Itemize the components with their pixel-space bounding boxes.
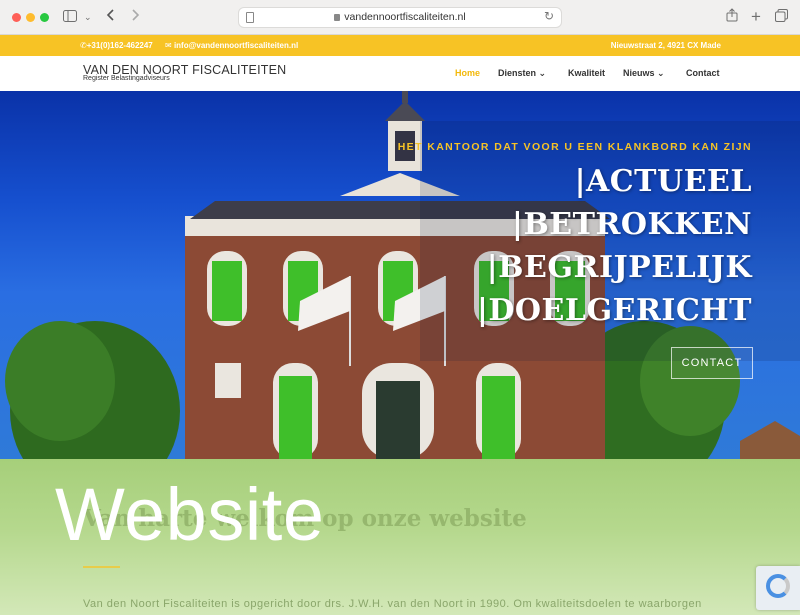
intro-paragraph: Van den Noort Fiscaliteiten is opgericht… — [83, 598, 702, 610]
nav-item-diensten[interactable]: Diensten ⌄ — [498, 68, 546, 79]
office-address: Nieuwstraat 2, 4921 CX Made — [610, 41, 721, 50]
sidebar-toggle-icon[interactable] — [63, 8, 77, 26]
browser-toolbar: ⌄ vandennoortfiscaliteiten.nl ↻ + — [0, 0, 800, 35]
site-header: VAN DEN NOORT FISCALITEITEN Register Bel… — [0, 56, 800, 91]
email-link[interactable]: ✉ info@vandennoortfiscaliteiten.nl — [165, 41, 298, 50]
logo-subtitle: Register Belastingadviseurs — [83, 75, 170, 82]
lock-icon — [334, 14, 341, 21]
overlay-label: Website — [55, 473, 325, 556]
nav-item-nieuws[interactable]: Nieuws ⌄ — [623, 68, 665, 79]
hero-word-begrijpelijk: |BEGRIJPELIJK — [486, 250, 752, 285]
new-tab-icon[interactable]: + — [751, 8, 761, 26]
address-bar[interactable]: vandennoortfiscaliteiten.nl ↻ — [238, 7, 562, 28]
recaptcha-badge[interactable] — [756, 566, 800, 610]
reload-icon[interactable]: ↻ — [544, 9, 554, 23]
hero-word-betrokken: |BETROKKEN — [512, 207, 752, 242]
tabs-overview-icon[interactable] — [775, 8, 788, 26]
contact-button[interactable]: CONTACT — [671, 347, 753, 379]
nav-item-kwaliteit[interactable]: Kwaliteit — [568, 68, 605, 78]
hero-word-actueel: |ACTUEEL — [574, 164, 752, 199]
forward-icon[interactable] — [130, 8, 140, 26]
hero-word-doelgericht: |DOELGERICHT — [476, 293, 752, 328]
close-window-button[interactable] — [12, 13, 21, 22]
phone-link[interactable]: ✆+31(0)162-462247 — [80, 41, 153, 50]
nav-item-home[interactable]: Home — [455, 68, 480, 78]
chevron-down-icon[interactable]: ⌄ — [84, 8, 92, 26]
hero-tagline: HET KANTOOR DAT VOOR U EEN KLANKBORD KAN… — [397, 141, 752, 153]
hero-banner: HET KANTOOR DAT VOOR U EEN KLANKBORD KAN… — [0, 91, 800, 459]
share-icon[interactable] — [726, 8, 738, 26]
nav-item-contact[interactable]: Contact — [686, 68, 720, 78]
zoom-window-button[interactable] — [40, 13, 49, 22]
url-text: vandennoortfiscaliteiten.nl — [344, 11, 466, 23]
minimize-window-button[interactable] — [26, 13, 35, 22]
contact-bar: ✆+31(0)162-462247 ✉ info@vandennoortfisc… — [0, 35, 800, 56]
back-icon[interactable] — [106, 8, 116, 26]
recaptcha-icon — [766, 574, 790, 598]
heading-divider — [83, 566, 120, 568]
